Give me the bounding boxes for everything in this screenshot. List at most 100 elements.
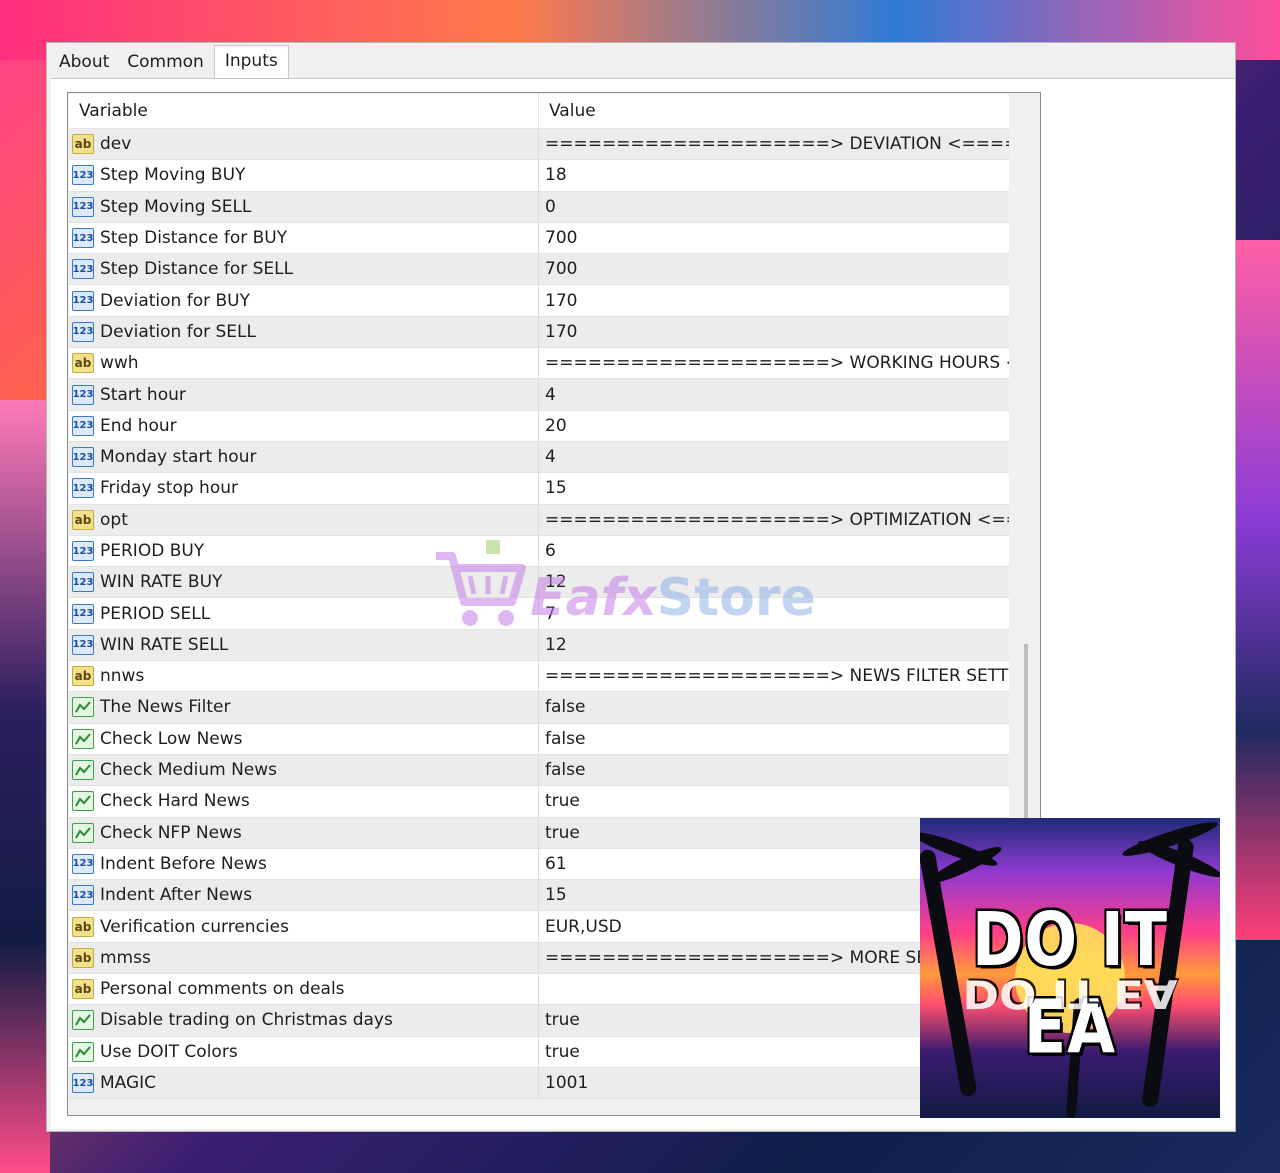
variable-cell[interactable]: 123 End hour (69, 410, 539, 441)
tab-common[interactable]: Common (119, 52, 214, 79)
value-cell[interactable]: 18 (539, 160, 1009, 190)
table-row[interactable]: 123 Start hour 4 (69, 379, 1009, 411)
variable-cell[interactable]: ab nnws (69, 661, 539, 692)
table-row[interactable]: 123 Step Distance for SELL 700 (69, 254, 1009, 286)
variable-name: Deviation for SELL (100, 321, 256, 342)
123-integer-icon: 123 (72, 165, 94, 186)
variable-cell[interactable]: Check Hard News (69, 786, 539, 817)
table-row[interactable]: 123 Deviation for SELL 170 (69, 316, 1009, 349)
variable-cell[interactable]: Check Low News (69, 723, 539, 754)
tab-inputs[interactable]: Inputs (213, 45, 289, 80)
variable-name: MAGIC (100, 1073, 157, 1094)
value-cell[interactable]: false (539, 755, 1009, 785)
variable-cell[interactable]: Check NFP News (69, 817, 539, 848)
value-cell[interactable]: false (539, 724, 1009, 754)
table-row[interactable]: ab mmss ====================> MORE SETTING… (69, 942, 1009, 975)
value-cell[interactable]: 20 (539, 411, 1009, 441)
bool-chart-icon (72, 728, 94, 749)
variable-name: Indent After News (100, 885, 253, 906)
variable-cell[interactable]: 123 Indent After News (69, 880, 539, 911)
table-row[interactable]: ab Personal comments on deals (69, 974, 1009, 1006)
table-row[interactable]: 123 Deviation for BUY 170 (69, 285, 1009, 317)
value-cell[interactable]: ====================> NEWS FILTER SETTIN… (539, 661, 1009, 691)
table-row[interactable]: Check Low News false (69, 723, 1009, 755)
variable-cell[interactable]: 123 Deviation for SELL (69, 316, 539, 348)
variable-name: Step Distance for BUY (100, 228, 288, 249)
variable-cell[interactable]: 123 Friday stop hour (69, 473, 539, 504)
table-row[interactable]: 123 Indent After News 15 (69, 880, 1009, 912)
variable-name: Verification currencies (100, 916, 289, 937)
variable-cell[interactable]: Disable trading on Christmas days (69, 1005, 539, 1036)
variable-name: Start hour (100, 384, 186, 405)
table-row[interactable]: 123 Monday start hour 4 (69, 441, 1009, 474)
variable-name: Deviation for BUY (100, 290, 250, 311)
variable-cell[interactable]: ab opt (69, 504, 539, 535)
variable-name: Disable trading on Christmas days (100, 1010, 393, 1031)
table-row[interactable]: 123 Step Distance for BUY 700 (69, 222, 1009, 255)
variable-cell[interactable]: ab mmss (69, 942, 539, 974)
table-row[interactable]: 123 Friday stop hour 15 (69, 473, 1009, 505)
table-row[interactable]: 123 MAGIC 1001 (69, 1067, 1009, 1100)
shopping-cart-icon (436, 540, 526, 626)
variable-cell[interactable]: Check Medium News (69, 754, 539, 786)
variable-cell[interactable]: 123 Step Moving BUY (69, 160, 539, 191)
table-row[interactable]: The News Filter false (69, 692, 1009, 724)
variable-name: PERIOD SELL (100, 603, 211, 624)
table-row[interactable]: ab nnws ====================> NEWS FILTER … (69, 661, 1009, 693)
variable-cell[interactable]: ab wwh (69, 348, 539, 379)
variable-cell[interactable]: 123 Deviation for BUY (69, 285, 539, 316)
table-row[interactable]: Use DOIT Colors true (69, 1036, 1009, 1068)
variable-cell[interactable]: ab Personal comments on deals (69, 974, 539, 1005)
variable-cell[interactable]: 123 Start hour (69, 379, 539, 410)
table-row[interactable]: 123 End hour 20 (69, 410, 1009, 442)
variable-cell[interactable]: 123 Monday start hour (69, 441, 539, 473)
value-cell[interactable]: false (539, 692, 1009, 722)
tab-about[interactable]: About (51, 52, 119, 79)
column-header-value[interactable]: Value (539, 94, 1009, 128)
table-row[interactable]: ab wwh ====================> WORKING HOURS… (69, 348, 1009, 380)
table-row[interactable]: Check Hard News true (69, 786, 1009, 818)
variable-cell[interactable]: 123 Indent Before News (69, 848, 539, 880)
value-cell[interactable]: ====================> OPTIMIZATION <====… (539, 505, 1009, 535)
variable-name: WIN RATE SELL (100, 634, 229, 655)
value-cell[interactable]: 15 (539, 473, 1009, 503)
bool-chart-icon (72, 822, 94, 843)
value-cell[interactable]: 700 (539, 254, 1009, 284)
value-cell[interactable]: true (539, 786, 1009, 816)
variable-name: Step Distance for SELL (100, 259, 294, 280)
variable-cell[interactable]: 123 MAGIC (69, 1067, 539, 1099)
variable-cell[interactable]: ab Verification currencies (69, 911, 539, 942)
value-cell[interactable]: 700 (539, 223, 1009, 253)
table-row[interactable]: ab dev ====================> DEVIATION <==… (69, 129, 1009, 161)
column-header-variable[interactable]: Variable (69, 94, 539, 128)
variable-cell[interactable]: 123 Step Moving SELL (69, 191, 539, 222)
value-cell[interactable]: 170 (539, 285, 1009, 315)
variable-name: The News Filter (100, 697, 231, 718)
table-row[interactable]: 123 Indent Before News 61 (69, 848, 1009, 881)
table-row[interactable]: Check NFP News true (69, 817, 1009, 849)
123-integer-icon: 123 (72, 572, 94, 593)
table-row[interactable]: Disable trading on Christmas days true (69, 1005, 1009, 1037)
variable-cell[interactable]: ab dev (69, 129, 539, 160)
table-row[interactable]: ab Verification currencies EUR,USD (69, 911, 1009, 943)
value-cell[interactable]: 4 (539, 442, 1009, 472)
variable-cell[interactable]: The News Filter (69, 692, 539, 723)
table-row[interactable]: Check Medium News false (69, 754, 1009, 787)
tab-bar: About Common Inputs (51, 43, 289, 80)
123-integer-icon: 123 (72, 321, 94, 342)
value-cell[interactable]: ====================> DEVIATION <=======… (539, 129, 1009, 159)
variable-cell[interactable]: 123 Step Distance for SELL (69, 254, 539, 285)
table-row[interactable]: 123 Step Moving SELL 0 (69, 191, 1009, 223)
variable-name: End hour (100, 415, 177, 436)
value-cell[interactable]: 4 (539, 379, 1009, 409)
variable-cell[interactable]: Use DOIT Colors (69, 1036, 539, 1067)
value-cell[interactable]: 170 (539, 317, 1009, 347)
variable-cell[interactable]: 123 Step Distance for BUY (69, 222, 539, 254)
value-cell[interactable]: ====================> WORKING HOURS <===… (539, 348, 1009, 378)
watermark-text-a: Eafx (530, 568, 657, 628)
table-row[interactable]: 123 Step Moving BUY 18 (69, 160, 1009, 192)
bool-chart-icon (72, 791, 94, 812)
table-row[interactable]: ab opt ====================> OPTIMIZATION … (69, 504, 1009, 536)
value-cell[interactable]: 0 (539, 192, 1009, 222)
bool-chart-icon (72, 760, 94, 781)
